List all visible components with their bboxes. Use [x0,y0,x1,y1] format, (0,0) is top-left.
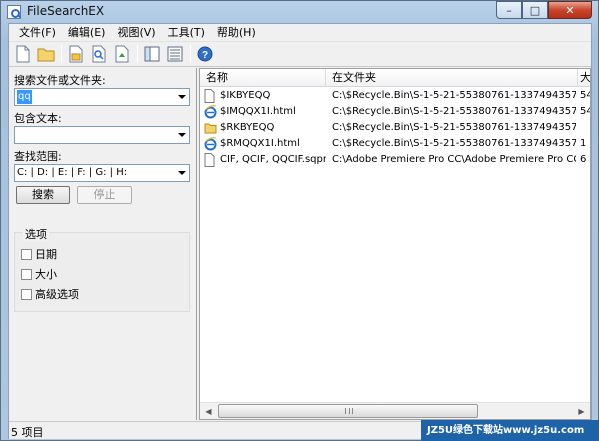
row-size [580,120,590,136]
details-view-icon[interactable] [164,43,186,65]
folder-icon [204,121,217,135]
scroll-left-icon[interactable]: ◀ [200,403,217,419]
search-panel: 搜索文件或文件夹: qq 包含文本: 查找范围: C: | D: | E: | … [9,68,197,420]
ie-html-icon [204,137,217,151]
size-label: 大小 [35,268,57,281]
row-name: $RMQQX1I.html [220,138,300,149]
ie-html-icon [204,105,217,119]
table-row[interactable]: $RKBYEQQ C:\$Recycle.Bin\S-1-5-21-553807… [200,120,590,136]
option-advanced[interactable]: 高级选项 [21,286,79,302]
row-folder: C:\$Recycle.Bin\S-1-5-21-55380761-133749… [332,90,576,101]
maximize-button[interactable]: □ [522,1,548,19]
minimize-button[interactable]: – [496,1,522,19]
row-folder: C:\$Recycle.Bin\S-1-5-21-55380761-133749… [332,106,576,117]
filename-combo[interactable]: qq [14,88,190,106]
filename-value: qq [17,90,32,104]
advanced-checkbox[interactable] [21,288,32,300]
grip-icon [345,408,353,414]
table-row[interactable]: CIF, QCIF, QQCIF.sqpre... C:\Adobe Premi… [200,152,590,168]
close-button[interactable]: ✕ [548,1,592,19]
advanced-label: 高级选项 [35,288,79,301]
table-row[interactable]: $RMQQX1I.html C:\$Recycle.Bin\S-1-5-21-5… [200,136,590,152]
row-name: $IMQQX1I.html [220,106,296,117]
content-label: 包含文本: [14,112,62,125]
item-count: 5 项目 [11,426,44,439]
row-folder: C:\Adobe Premiere Pro CC\Adobe Premiere … [332,154,576,165]
list-header: 名称 在文件夹 大 [200,69,590,87]
toolbar-separator [137,45,138,63]
results-list[interactable]: 名称 在文件夹 大 $IKBYEQQ C:\$Recycle.Bin\S-1-5… [199,68,591,420]
svg-text:?: ? [202,50,208,61]
row-name: CIF, QCIF, QQCIF.sqpre... [220,154,326,165]
scrollbar-thumb[interactable] [218,404,478,418]
scope-label: 查找范围: [14,150,62,163]
title-bar[interactable]: FileSearchEX – □ ✕ [1,1,598,23]
export-icon[interactable] [111,43,133,65]
date-label: 日期 [35,248,57,261]
row-folder: C:\$Recycle.Bin\S-1-5-21-55380761-133749… [332,122,576,133]
chevron-down-icon[interactable] [178,95,186,99]
row-size: 54 [580,90,590,101]
open-folder-icon[interactable] [35,43,57,65]
file-properties-icon[interactable] [65,43,87,65]
scope-value: C: | D: | E: | F: | G: | H: [17,167,128,178]
chevron-down-icon[interactable] [178,133,186,137]
menu-edit[interactable]: 编辑(E) [62,24,112,42]
scope-combo[interactable]: C: | D: | E: | F: | G: | H: [14,164,190,182]
menu-bar: 文件(F) 编辑(E) 视图(V) 工具(T) 帮助(H) [9,24,591,42]
menu-file[interactable]: 文件(F) [13,24,62,42]
toolbar-separator [61,45,62,63]
filename-label: 搜索文件或文件夹: [14,74,106,87]
option-size[interactable]: 大小 [21,266,57,282]
toolbar-separator [190,45,191,63]
option-date[interactable]: 日期 [21,246,57,262]
horizontal-scrollbar[interactable]: ◀ ▶ [200,402,590,419]
help-icon[interactable]: ? [194,43,216,65]
column-folder[interactable]: 在文件夹 [326,69,578,87]
find-file-icon[interactable] [88,43,110,65]
row-size: 6 I [580,154,590,165]
search-button[interactable]: 搜索 [16,186,70,204]
stop-button[interactable]: 停止 [77,186,132,204]
client-area: 文件(F) 编辑(E) 视图(V) 工具(T) 帮助(H) ? 搜索文件或文件夹… [8,23,592,439]
row-size: 54 [580,106,590,117]
menu-tools[interactable]: 工具(T) [162,24,211,42]
panel-view-icon[interactable] [141,43,163,65]
options-title: 选项 [23,226,49,242]
row-name: $RKBYEQQ [220,122,275,133]
table-row[interactable]: $IKBYEQQ C:\$Recycle.Bin\S-1-5-21-553807… [200,88,590,104]
site-watermark: JZ5U绿色下载站www.jz5u.com [421,420,599,441]
size-checkbox[interactable] [21,268,32,280]
column-size[interactable]: 大 [578,69,590,87]
file-icon [204,153,217,167]
row-name: $IKBYEQQ [220,90,271,101]
menu-view[interactable]: 视图(V) [111,24,161,42]
app-search-icon [7,5,21,19]
row-size: 1 I [580,138,590,149]
column-name[interactable]: 名称 [200,69,326,87]
menu-help[interactable]: 帮助(H) [211,24,262,42]
window-controls: – □ ✕ [496,1,592,19]
content-combo[interactable] [14,126,190,144]
window-title: FileSearchEX [27,4,105,18]
date-checkbox[interactable] [21,248,32,260]
app-window: FileSearchEX – □ ✕ 文件(F) 编辑(E) 视图(V) 工具(… [0,0,599,441]
new-file-icon[interactable] [12,43,34,65]
toolbar: ? [9,42,591,67]
table-row[interactable]: $IMQQX1I.html C:\$Recycle.Bin\S-1-5-21-5… [200,104,590,120]
file-icon [204,89,217,103]
chevron-down-icon[interactable] [178,171,186,175]
row-folder: C:\$Recycle.Bin\S-1-5-21-55380761-133749… [332,138,576,149]
scroll-right-icon[interactable]: ▶ [573,403,590,419]
